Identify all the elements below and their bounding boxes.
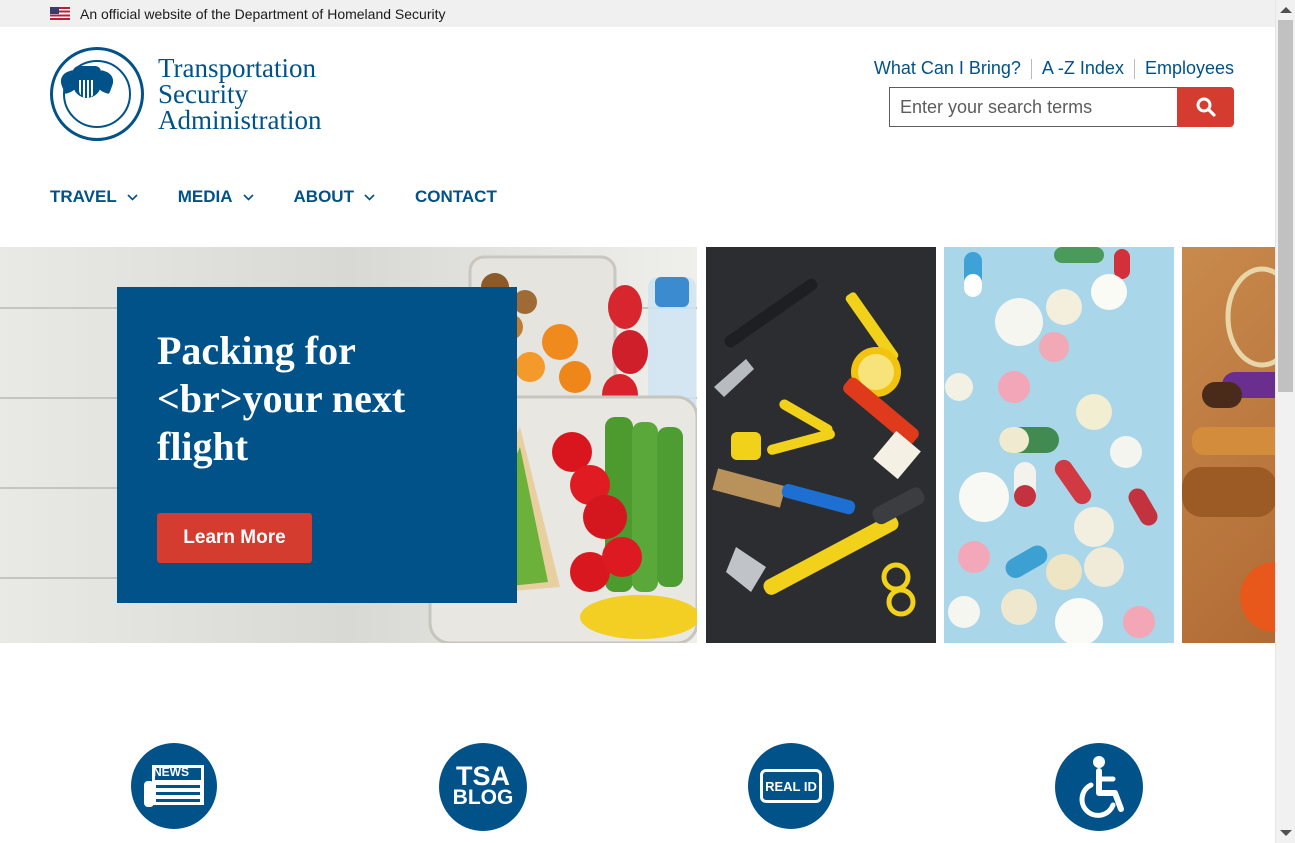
news-icon[interactable]: NEWS <box>131 743 217 829</box>
accessibility-icon[interactable] <box>1055 743 1143 831</box>
chevron-down-icon <box>242 193 254 201</box>
nav-about[interactable]: ABOUT <box>294 187 375 207</box>
site-header: Transportation Security Administration W… <box>0 27 1275 247</box>
tsa-blog-label-line2: BLOG <box>452 786 514 809</box>
nav-travel[interactable]: TRAVEL <box>50 187 138 207</box>
nav-travel-label: TRAVEL <box>50 187 117 206</box>
chevron-down-icon <box>127 193 138 201</box>
nav-contact[interactable]: CONTACT <box>415 187 497 207</box>
utility-links: What Can I Bring? A -Z Index Employees <box>874 58 1234 79</box>
scroll-thumb[interactable] <box>1278 20 1293 392</box>
quick-links-row: NEWS TSA BLOG REAL ID <box>0 743 1275 843</box>
scroll-up-arrow-icon[interactable] <box>1280 7 1292 13</box>
us-flag-icon <box>50 7 70 20</box>
tsa-blog-icon[interactable]: TSA BLOG <box>439 743 527 831</box>
real-id-icon[interactable]: REAL ID <box>748 743 834 829</box>
gov-banner: An official website of the Department of… <box>0 0 1275 27</box>
real-id-label: REAL ID <box>765 778 817 794</box>
site-logo-text[interactable]: Transportation Security Administration <box>158 53 322 135</box>
search-icon <box>1196 97 1216 117</box>
what-can-i-bring-link[interactable]: What Can I Bring? <box>874 58 1021 79</box>
search-form <box>889 87 1234 127</box>
logo-line-3: Administration <box>158 105 322 135</box>
tools-image <box>706 247 936 643</box>
nav-media[interactable]: MEDIA <box>178 187 254 207</box>
page: An official website of the Department of… <box>0 0 1295 843</box>
news-label: NEWS <box>153 765 189 779</box>
nav-media-label: MEDIA <box>177 187 233 206</box>
link-divider <box>1030 58 1032 79</box>
logo-line-2: Security <box>158 79 248 109</box>
hero-carousel: Packing for <br>your next flight Learn M… <box>0 247 1275 643</box>
search-input[interactable] <box>889 87 1178 127</box>
a-z-index-link[interactable]: A -Z Index <box>1042 58 1124 79</box>
main-nav: TRAVEL MEDIA ABOUT CONTACT <box>50 187 537 207</box>
pills-image <box>944 247 1174 643</box>
sports-image <box>1182 247 1275 643</box>
employees-link[interactable]: Employees <box>1145 58 1234 79</box>
search-button[interactable] <box>1177 87 1234 127</box>
nav-about-label: ABOUT <box>293 187 354 206</box>
scroll-down-arrow-icon[interactable] <box>1280 830 1292 836</box>
logo-line-1: Transportation <box>158 53 317 83</box>
hero-callout: Packing for <br>your next flight Learn M… <box>117 287 517 603</box>
nav-contact-label: CONTACT <box>414 187 497 206</box>
tsa-blog-label-line1: TSA <box>455 761 510 791</box>
learn-more-button[interactable]: Learn More <box>157 513 312 563</box>
chevron-down-icon <box>364 193 375 201</box>
hero-title: Packing for <br>your next flight <box>157 328 406 469</box>
dhs-seal-icon[interactable] <box>50 47 144 141</box>
link-divider <box>1133 58 1135 79</box>
scrollbar[interactable] <box>1275 0 1295 843</box>
gov-banner-text: An official website of the Department of… <box>80 5 446 22</box>
